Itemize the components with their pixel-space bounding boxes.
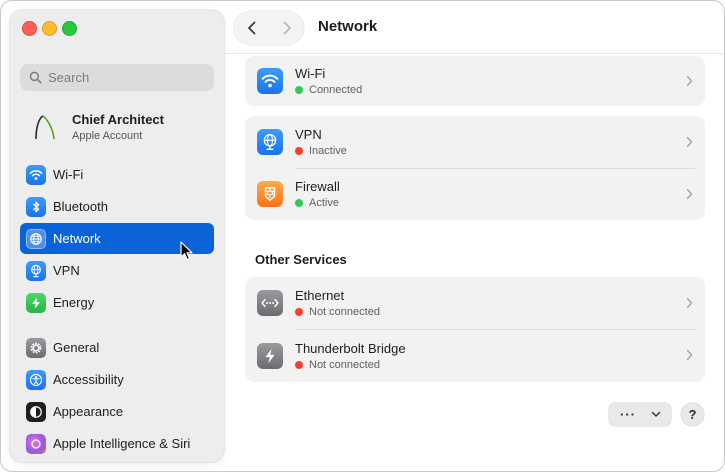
search-field[interactable]: Search	[20, 64, 214, 91]
siri-icon	[26, 433, 46, 454]
gear-icon	[26, 337, 46, 358]
settings-window: Search Chief Architect Apple Account Wi-…	[0, 0, 725, 472]
service-status-text: Connected	[309, 84, 363, 96]
back-button[interactable]	[234, 11, 269, 45]
status-dot	[295, 199, 303, 207]
sidebar-item-label: Network	[53, 231, 101, 246]
sidebar-item-label: Accessibility	[53, 372, 124, 387]
sidebar: Search Chief Architect Apple Account Wi-…	[10, 10, 224, 462]
minimize-window-button[interactable]	[42, 21, 57, 36]
chevron-left-icon	[247, 21, 255, 35]
chevron-right-icon	[686, 349, 693, 361]
zoom-window-button[interactable]	[62, 21, 77, 36]
sidebar-item-general[interactable]: General	[20, 332, 214, 363]
service-title: Firewall	[295, 179, 340, 194]
more-icon: ···	[620, 407, 636, 422]
service-title: Thunderbolt Bridge	[295, 340, 406, 356]
sidebar-item-wifi[interactable]: Wi-Fi	[20, 159, 214, 190]
sidebar-item-label: Bluetooth	[53, 199, 108, 214]
sidebar-item-accessibility[interactable]: Accessibility	[20, 364, 214, 395]
vpn-globe-icon	[257, 129, 283, 155]
page-title: Network	[318, 18, 378, 35]
help-button[interactable]: ?	[681, 403, 704, 426]
status-dot	[295, 308, 303, 316]
account-subtitle: Apple Account	[72, 130, 143, 142]
sidebar-item-bluetooth[interactable]: Bluetooth	[20, 191, 214, 222]
sidebar-item-label: Appearance	[53, 404, 124, 419]
bolt-icon	[26, 292, 46, 313]
service-status: Not connected	[295, 359, 406, 371]
service-title: VPN	[295, 127, 322, 142]
wifi-icon	[257, 68, 283, 94]
firewall-icon	[257, 181, 283, 207]
chevron-right-icon	[686, 188, 693, 200]
chevron-right-icon	[686, 297, 693, 309]
chevron-right-icon	[686, 75, 693, 87]
navigation-buttons	[234, 11, 304, 45]
service-status: Inactive	[295, 145, 347, 157]
service-status-text: Inactive	[309, 145, 347, 157]
status-dot	[295, 86, 303, 94]
wifi-card: Wi-Fi Connected	[245, 56, 705, 106]
service-row-firewall[interactable]: Firewall Active	[245, 168, 705, 220]
sidebar-item-label: VPN	[53, 263, 80, 278]
sidebar-item-apple-intelligence[interactable]: Apple Intelligence & Siri	[20, 428, 214, 459]
service-status: Connected	[295, 84, 362, 96]
mouse-cursor-icon	[180, 241, 193, 261]
search-placeholder: Search	[48, 70, 90, 85]
vpn-globe-icon	[26, 260, 46, 281]
service-row-wifi[interactable]: Wi-Fi Connected	[245, 56, 705, 106]
service-status-text: Not connected	[309, 306, 380, 318]
service-row-vpn[interactable]: VPN Inactive	[245, 116, 705, 168]
security-card: VPN Inactive Firewall Active	[245, 116, 705, 220]
apple-account-item[interactable]: Chief Architect Apple Account	[20, 102, 214, 152]
service-row-ethernet[interactable]: Ethernet Not connected	[245, 277, 705, 329]
sidebar-item-label: Apple Intelligence & Siri	[53, 436, 191, 451]
appearance-icon	[26, 401, 46, 422]
service-status: Active	[295, 197, 340, 209]
more-actions-button[interactable]: ···	[609, 403, 671, 426]
other-services-heading: Other Services	[255, 252, 347, 267]
other-services-card: Ethernet Not connected Thunderbolt Bridg…	[245, 277, 705, 382]
chevron-down-icon	[651, 411, 661, 417]
sidebar-item-label: Wi-Fi	[53, 167, 84, 182]
service-status-text: Not connected	[309, 358, 380, 371]
search-icon	[29, 71, 42, 84]
sidebar-item-label: General	[53, 340, 100, 355]
chevron-right-icon	[686, 136, 693, 148]
sidebar-item-label: Energy	[53, 295, 95, 310]
service-title: Ethernet	[295, 288, 345, 303]
toolbar-divider	[225, 53, 724, 54]
sidebar-item-energy[interactable]: Energy	[20, 287, 214, 318]
service-status-text: Active	[309, 197, 339, 209]
chevron-right-icon	[283, 21, 291, 35]
bluetooth-icon	[26, 196, 46, 217]
thunderbolt-icon	[257, 342, 283, 369]
account-name: Chief Architect	[72, 112, 164, 127]
sidebar-item-appearance[interactable]: Appearance	[20, 396, 214, 427]
accessibility-icon	[26, 369, 46, 390]
forward-button[interactable]	[269, 11, 304, 45]
service-status: Not connected	[295, 306, 380, 318]
status-dot	[295, 360, 303, 369]
service-row-thunderbolt-bridge[interactable]: Thunderbolt Bridge Not connected	[245, 329, 705, 382]
wifi-icon	[26, 164, 46, 185]
avatar	[35, 115, 55, 140]
service-title: Wi-Fi	[295, 66, 326, 81]
globe-icon	[26, 228, 46, 249]
status-dot	[295, 147, 303, 155]
ethernet-icon	[257, 290, 283, 316]
close-window-button[interactable]	[22, 21, 37, 36]
